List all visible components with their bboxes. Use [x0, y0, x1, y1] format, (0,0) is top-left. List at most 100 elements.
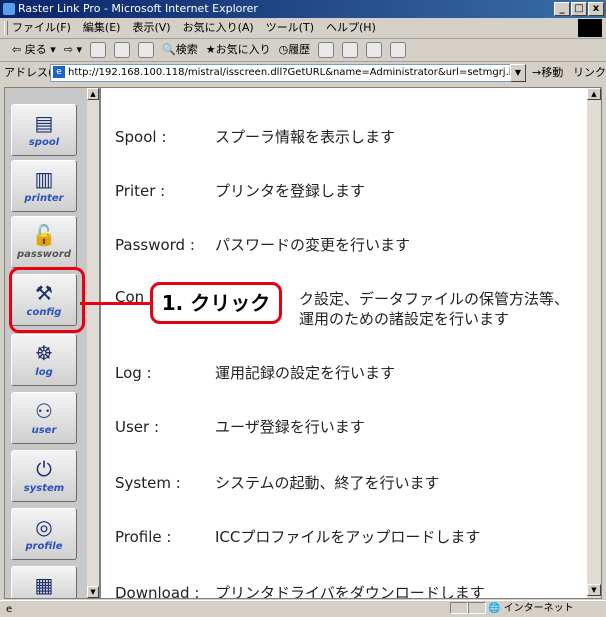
nav-user-label: user	[31, 425, 57, 436]
nav-password-label: password	[16, 249, 71, 260]
row-printer: Priter : プリンタを登録します	[115, 180, 365, 201]
row-desc: 運用記録の設定を行います	[215, 364, 396, 382]
status-pane	[450, 602, 468, 614]
ie-icon	[3, 3, 15, 15]
config-highlight	[9, 267, 85, 333]
row-key: Password :	[115, 236, 195, 254]
title-bar: Raster Link Pro - Microsoft Internet Exp…	[0, 0, 606, 18]
menu-file[interactable]: ファイル(F)	[12, 18, 71, 38]
row-system: System : システムの起動、終了を行います	[115, 472, 440, 493]
menu-edit[interactable]: 編集(E)	[83, 18, 121, 38]
security-zone: 🌐 インターネット	[488, 603, 574, 614]
row-key: Priter :	[115, 182, 166, 200]
window-controls: _ □ x	[554, 2, 604, 16]
row-desc: システムの起動、終了を行います	[215, 474, 440, 492]
nav-system-button[interactable]: ⏻ system	[11, 450, 77, 502]
profile-icon: ◎	[35, 515, 53, 539]
log-icon: ☸	[35, 341, 53, 365]
nav-printer-label: printer	[24, 193, 64, 204]
row-desc: ク設定、データファイルの保管方法等、	[299, 290, 570, 308]
row-password: Password : パスワードの変更を行います	[115, 234, 410, 255]
go-button[interactable]: →移動	[532, 62, 563, 84]
refresh-icon[interactable]	[114, 42, 130, 58]
favorites-button[interactable]: ★お気に入り	[206, 39, 271, 61]
stop-icon[interactable]	[90, 42, 106, 58]
nav-user-button[interactable]: ⚇ user	[11, 392, 77, 444]
history-button[interactable]: ◷履歴	[279, 39, 311, 61]
row-desc: スプーラ情報を表示します	[215, 128, 396, 146]
row-profile: Profile : ICCプロファイルをアップロードします	[115, 526, 480, 547]
nav-spool-button[interactable]: ▤ spool	[11, 104, 77, 156]
row-desc: パスワードの変更を行います	[215, 236, 411, 254]
menu-tools[interactable]: ツール(T)	[266, 18, 314, 38]
row-key: User :	[115, 418, 160, 436]
discuss-icon[interactable]	[390, 42, 407, 58]
address-dropdown-icon[interactable]: ▼	[510, 64, 526, 82]
row-key: Spool :	[115, 128, 167, 146]
callout-connector	[80, 302, 152, 305]
address-url: http://192.168.100.118/mistral/isscreen.…	[68, 67, 514, 78]
menu-bar: ファイル(F) 編集(E) 表示(V) お気に入り(A) ツール(T) ヘルプ(…	[0, 18, 606, 39]
nav-log-label: log	[35, 367, 53, 378]
home-icon[interactable]	[138, 42, 154, 58]
row-key: Log :	[115, 364, 152, 382]
row-desc: プリンタを登録します	[215, 182, 366, 200]
content-frame: Spool : スプーラ情報を表示します Priter : プリンタを登録します P…	[103, 88, 583, 598]
window-title: Raster Link Pro - Microsoft Internet Exp…	[18, 2, 258, 15]
row-user: User : ユーザ登録を行います	[115, 416, 365, 437]
nav-password-button[interactable]: 🔓 password	[11, 216, 77, 268]
browser-viewport: ▤ spool ▥ printer 🔓 password ⚒ config ☸ …	[4, 87, 602, 599]
minimize-button[interactable]: _	[554, 2, 570, 16]
print-icon[interactable]	[342, 42, 359, 58]
content-scrollbar[interactable]: ▲ ▼	[587, 88, 601, 598]
scroll-up-icon[interactable]: ▲	[87, 88, 99, 100]
row-key: Profile :	[115, 528, 172, 546]
row-key: System :	[115, 474, 181, 492]
row-key: Download :	[115, 584, 200, 599]
nav-scrollbar[interactable]: ▲ ▼	[87, 88, 99, 598]
menu-help[interactable]: ヘルプ(H)	[326, 18, 376, 38]
nav-log-button[interactable]: ☸ log	[11, 334, 77, 386]
status-pane	[468, 602, 486, 614]
users-icon: ⚇	[35, 399, 53, 423]
mail-icon[interactable]	[318, 42, 335, 58]
printer-icon: ▥	[34, 167, 54, 191]
download-icon: ▦	[34, 573, 54, 597]
row-desc: プリンタドライバをダウンロードします	[215, 584, 485, 599]
scroll-up-icon[interactable]: ▲	[587, 88, 601, 100]
page-icon: e	[53, 66, 65, 78]
status-bar: e 🌐 インターネット	[0, 600, 606, 616]
menu-favorites[interactable]: お気に入り(A)	[183, 18, 254, 38]
click-callout: 1. クリック	[150, 282, 282, 324]
address-input[interactable]: e http://192.168.100.118/mistral/isscreen…	[50, 64, 514, 82]
nav-profile-label: profile	[25, 541, 63, 552]
nav-profile-button[interactable]: ◎ profile	[11, 508, 77, 560]
power-icon: ⏻	[36, 457, 52, 481]
nav-frame: ▤ spool ▥ printer 🔓 password ⚒ config ☸ …	[5, 88, 101, 598]
edit-icon[interactable]	[366, 42, 383, 58]
nav-spool-label: spool	[28, 137, 60, 148]
address-bar: アドレス(D) e http://192.168.100.118/mistral/…	[0, 62, 606, 84]
links-button[interactable]: リンク »	[573, 62, 606, 84]
search-button[interactable]: 🔍検索	[162, 39, 198, 61]
forward-button[interactable]: ⇨ ▾	[64, 39, 82, 61]
windows-logo-icon	[578, 19, 602, 37]
toolbar-grip	[4, 21, 8, 35]
lock-icon: 🔓	[31, 223, 57, 247]
back-button[interactable]: ⇦ 戻る ▾	[12, 39, 56, 61]
row-desc-2: 運用のための諸設定を行います	[299, 310, 510, 328]
close-button[interactable]: x	[588, 2, 604, 16]
scroll-down-icon[interactable]: ▼	[87, 586, 99, 598]
standard-toolbar: ⇦ 戻る ▾ ⇨ ▾ 🔍検索 ★お気に入り ◷履歴	[0, 39, 606, 62]
row-spool: Spool : スプーラ情報を表示します	[115, 126, 395, 147]
menu-view[interactable]: 表示(V)	[132, 18, 170, 38]
row-desc: ユーザ登録を行います	[215, 418, 365, 436]
row-desc: ICCプロファイルをアップロードします	[215, 528, 481, 546]
nav-printer-button[interactable]: ▥ printer	[11, 160, 77, 212]
scroll-down-icon[interactable]: ▼	[587, 584, 601, 596]
maximize-button[interactable]: □	[571, 2, 587, 16]
row-log: Log : 運用記録の設定を行います	[115, 362, 395, 383]
document-icon: ▤	[34, 111, 54, 135]
nav-download-button[interactable]: ▦	[11, 566, 77, 598]
nav-system-label: system	[23, 483, 65, 494]
